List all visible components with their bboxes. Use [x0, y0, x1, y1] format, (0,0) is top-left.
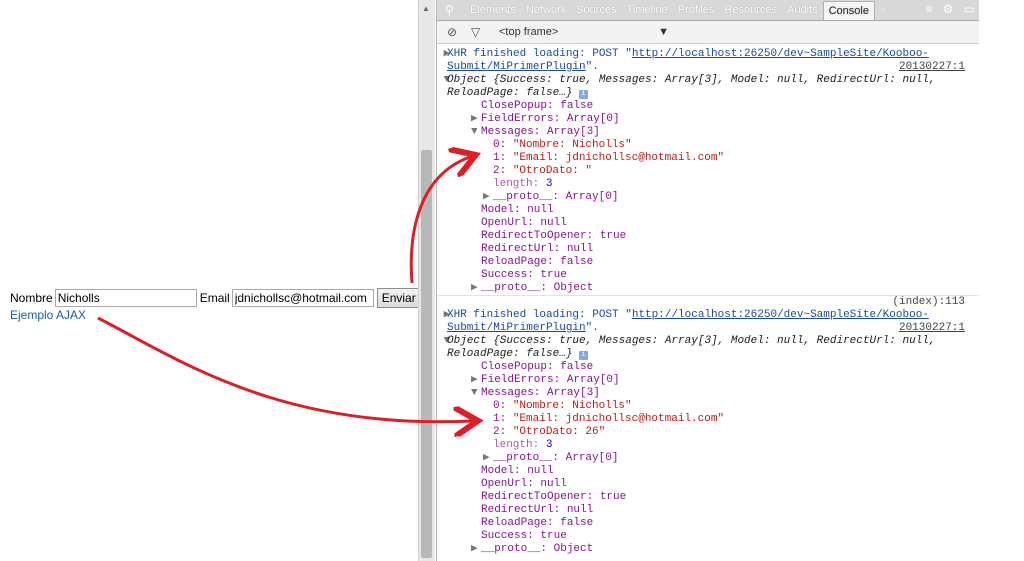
prop-line: ReloadPage: false [481, 517, 594, 529]
collapse-arrow-icon[interactable]: ▼ [437, 74, 451, 87]
prop-line: Success: true [481, 530, 567, 542]
console-output: ▶XHR finished loading: POST "http://loca… [437, 48, 979, 556]
web-page: Nombre Email Enviar Ejemplo AJAX [0, 0, 421, 561]
prop-line: ClosePopup: false [481, 361, 594, 373]
index-source-link[interactable]: (index):113 [892, 296, 965, 309]
object-summary[interactable]: ▼Object {Success: true, Messages: Array[… [437, 74, 979, 87]
search-icon[interactable]: ⚲ [445, 3, 459, 17]
expand-arrow-icon[interactable]: ▶ [471, 113, 481, 126]
tab-audits[interactable]: Audits [782, 4, 823, 16]
email-input[interactable] [231, 289, 374, 307]
prop-line: Model: null [481, 465, 554, 477]
array-item: 0: "Nombre: Nicholls" [493, 139, 632, 151]
prop-line[interactable]: ▶ FieldErrors: Array[0] [437, 374, 979, 387]
prop-line: RedirectUrl: null [481, 504, 594, 516]
tab-resources[interactable]: Resources [719, 4, 782, 16]
console-message: ▶XHR finished loading: POST "http://loca… [437, 48, 929, 61]
tab-profiles[interactable]: Profiles [673, 4, 720, 16]
prop-line[interactable]: ▶ __proto__: Object [437, 543, 979, 556]
frame-select-value: <top frame> [499, 26, 559, 38]
tab-network[interactable]: Network [521, 4, 571, 16]
tab-timeline[interactable]: Timeline [622, 4, 673, 16]
info-icon[interactable]: i [579, 90, 589, 99]
gear-icon[interactable]: ⚙ [943, 2, 954, 16]
array-length: length: 3 [493, 439, 553, 451]
prop-line: OpenUrl: null [481, 478, 567, 490]
contact-form: Nombre Email Enviar [10, 288, 421, 308]
object-summary-cont: ReloadPage: false…} i [437, 87, 979, 100]
enviar-button[interactable]: Enviar [376, 288, 421, 308]
devtools-panel: ⚲ Elements Network Sources Timeline Prof… [436, 0, 979, 561]
scroll-thumb[interactable] [421, 150, 432, 558]
prop-line: RedirectToOpener: true [481, 230, 627, 242]
devtools-tabbar: ⚲ Elements Network Sources Timeline Prof… [437, 0, 979, 21]
expand-arrow-icon[interactable]: ▶ [437, 48, 451, 61]
dock-icon[interactable]: ▭ [964, 2, 975, 16]
expand-arrow-icon[interactable]: ▶ [483, 191, 493, 204]
console-drawer-icon[interactable]: ≡ [926, 2, 933, 16]
array-item: 0: "Nombre: Nicholls" [493, 400, 632, 412]
scroll-up-icon[interactable]: ▲ [422, 4, 430, 13]
console-source-line: (index):113 [437, 295, 979, 309]
tab-elements[interactable]: Elements [465, 4, 521, 16]
request-url-link-cont[interactable]: Submit/MiPrimerPlugin [447, 322, 586, 334]
expand-arrow-icon[interactable]: ▶ [471, 543, 481, 556]
prop-line: ReloadPage: false [481, 256, 594, 268]
nombre-input[interactable] [54, 289, 197, 307]
email-label: Email [199, 291, 230, 305]
prop-line[interactable]: ▶ __proto__: Array[0] [437, 191, 979, 204]
clear-console-icon[interactable]: ⊘ [447, 25, 461, 39]
filter-icon[interactable]: ▽ [471, 25, 485, 39]
collapse-arrow-icon[interactable]: ▼ [437, 335, 451, 348]
prop-line[interactable]: ▶ __proto__: Array[0] [437, 452, 979, 465]
prop-line: OpenUrl: null [481, 217, 567, 229]
page-scrollbar[interactable]: ▲ [418, 0, 435, 561]
nombre-label: Nombre [10, 291, 53, 305]
tab-console[interactable]: Console [822, 0, 875, 20]
devtools-actions: ≡ ⚙ ▭ [926, 2, 975, 16]
request-url-link[interactable]: http://localhost:26250/dev~SampleSite/Ko… [632, 309, 929, 321]
console-message: ▶XHR finished loading: POST "http://loca… [437, 309, 929, 322]
source-link[interactable]: 20130227:1 [899, 322, 965, 335]
array-item: 2: "OtroDato: 26" [493, 426, 606, 438]
source-link[interactable]: 20130227:1 [899, 61, 965, 74]
prop-line[interactable]: ▼ Messages: Array[3] [437, 387, 979, 400]
array-item: 2: "OtroDato: " [493, 165, 593, 177]
console-toolbar: ⊘ ▽ <top frame> ▼ [437, 21, 979, 44]
prop-line: RedirectToOpener: true [481, 491, 627, 503]
object-summary[interactable]: ▼Object {Success: true, Messages: Array[… [437, 335, 979, 348]
info-icon[interactable]: i [579, 351, 589, 360]
collapse-arrow-icon[interactable]: ▼ [471, 126, 481, 139]
prop-line: Model: null [481, 204, 554, 216]
expand-arrow-icon[interactable]: ▶ [437, 309, 451, 322]
console-message-cont: Submit/MiPrimerPlugin". 20130227:1 [447, 61, 965, 74]
frame-select[interactable]: <top frame> ▼ [499, 26, 669, 38]
prop-line[interactable]: ▶ __proto__: Object [437, 282, 979, 295]
array-length: length: 3 [493, 178, 553, 190]
prop-line[interactable]: ▼ Messages: Array[3] [437, 126, 979, 139]
console-message-cont: Submit/MiPrimerPlugin". 20130227:1 [447, 322, 965, 335]
array-item: 1: "Email: jdnichollsc@hotmail.com" [493, 152, 725, 164]
request-url-link[interactable]: http://localhost:26250/dev~SampleSite/Ko… [632, 48, 929, 60]
expand-arrow-icon[interactable]: ▶ [471, 282, 481, 295]
prop-line: RedirectUrl: null [481, 243, 594, 255]
object-summary-cont: ReloadPage: false…} i [437, 348, 979, 361]
collapse-arrow-icon[interactable]: ▼ [471, 387, 481, 400]
request-url-link-cont[interactable]: Submit/MiPrimerPlugin [447, 61, 586, 73]
prop-line: ClosePopup: false [481, 100, 594, 112]
more-tabs-icon[interactable]: » [875, 4, 891, 16]
prop-line[interactable]: ▶ FieldErrors: Array[0] [437, 113, 979, 126]
array-item: 1: "Email: jdnichollsc@hotmail.com" [493, 413, 725, 425]
prop-line: Success: true [481, 269, 567, 281]
tab-sources[interactable]: Sources [571, 4, 621, 16]
chevron-down-icon: ▼ [658, 26, 669, 38]
expand-arrow-icon[interactable]: ▶ [471, 374, 481, 387]
expand-arrow-icon[interactable]: ▶ [483, 452, 493, 465]
ejemplo-ajax-link[interactable]: Ejemplo AJAX [10, 308, 86, 322]
